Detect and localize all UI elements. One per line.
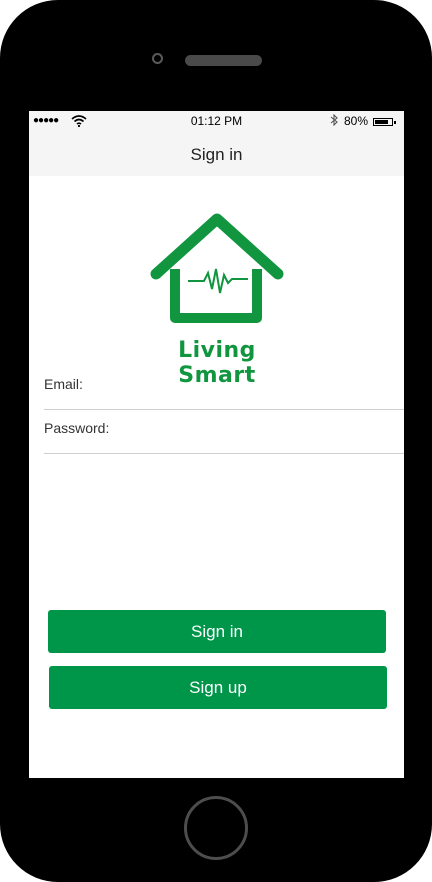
speaker-icon <box>185 55 262 66</box>
battery-percent: 80% <box>344 114 369 128</box>
camera-icon <box>152 53 163 64</box>
password-field[interactable]: Password: <box>44 410 404 454</box>
screen: ●●●●● 01:12 PM 80% Sign in Living Smart … <box>29 111 404 778</box>
battery-fill <box>375 120 388 124</box>
sign-in-button[interactable]: Sign in <box>48 610 386 653</box>
nav-bar: Sign in <box>29 131 404 176</box>
status-bar: ●●●●● 01:12 PM 80% <box>29 111 404 131</box>
sign-up-button[interactable]: Sign up <box>49 666 387 709</box>
password-input[interactable] <box>116 416 400 444</box>
home-button[interactable] <box>184 796 248 860</box>
page-title: Sign in <box>190 145 243 164</box>
phone-frame: ●●●●● 01:12 PM 80% Sign in Living Smart … <box>0 0 432 882</box>
bluetooth-icon <box>330 113 338 129</box>
email-input[interactable] <box>116 372 400 400</box>
battery-icon <box>373 118 396 126</box>
email-field[interactable]: Email: <box>44 366 404 410</box>
email-label: Email: <box>44 376 83 392</box>
password-label: Password: <box>44 420 110 436</box>
